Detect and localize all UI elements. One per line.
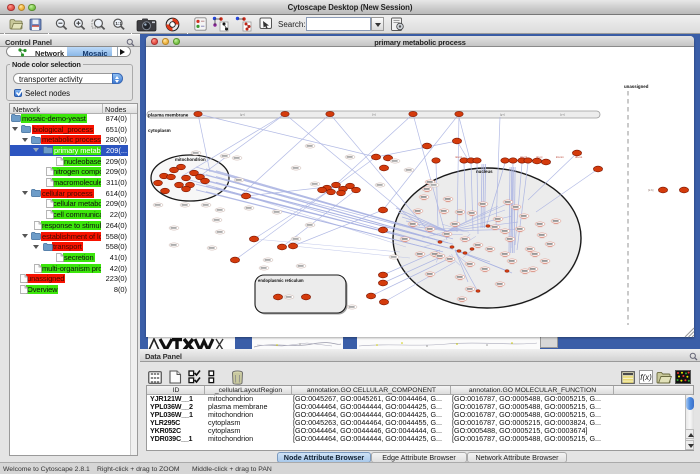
svg-text:[i-r]: [i-r] bbox=[372, 113, 376, 117]
svg-text:nucleus: nucleus bbox=[476, 169, 493, 174]
svg-text:cytoplasm: cytoplasm bbox=[148, 128, 171, 133]
svg-text:kit-mm: kit-mm bbox=[556, 155, 564, 159]
svg-text:[g-r]: [g-r] bbox=[240, 113, 245, 117]
svg-text:[g-r]: [g-r] bbox=[500, 113, 505, 117]
svg-text:nit-mn: nit-mn bbox=[455, 155, 463, 159]
svg-text:ait-mk: ait-mk bbox=[520, 155, 528, 159]
svg-text:qit-mj: qit-mj bbox=[536, 155, 543, 159]
svg-text:1:1: 1:1 bbox=[115, 21, 122, 26]
svg-text:plasma membrane: plasma membrane bbox=[148, 113, 189, 118]
svg-text:[tr-b]: [tr-b] bbox=[648, 188, 654, 192]
svg-text:unassigned: unassigned bbox=[624, 84, 649, 89]
svg-text:dit-mo: dit-mo bbox=[575, 155, 583, 159]
svg-text:endoplasmic reticulum: endoplasmic reticulum bbox=[258, 278, 304, 283]
svg-text:mitochondrion: mitochondrion bbox=[175, 157, 206, 162]
svg-text:[o-r]: [o-r] bbox=[560, 113, 565, 117]
